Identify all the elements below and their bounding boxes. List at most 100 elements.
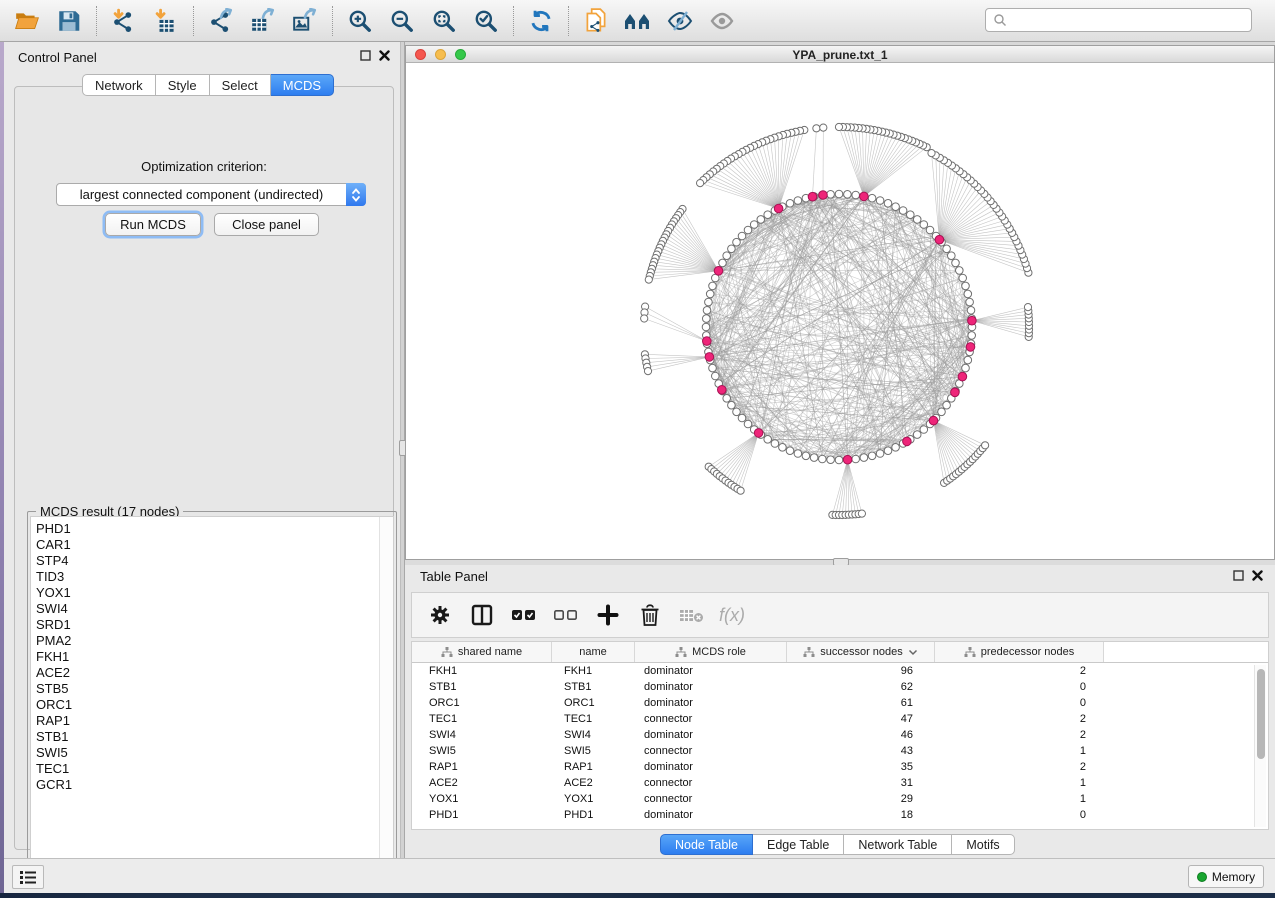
mcds-result-item[interactable]: SRD1 bbox=[31, 617, 378, 633]
table-cell: SWI5 bbox=[552, 743, 635, 759]
list-icon bbox=[19, 869, 37, 885]
network-graph bbox=[406, 63, 1274, 559]
select-all-button[interactable] bbox=[510, 600, 538, 630]
zoom-in-button[interactable] bbox=[339, 3, 381, 39]
tab-network[interactable]: Network bbox=[82, 74, 156, 96]
table-row[interactable]: TEC1TEC1connector472 bbox=[412, 711, 1268, 727]
table-cell: STB1 bbox=[412, 679, 552, 695]
mcds-hub-node bbox=[714, 267, 723, 276]
table-row[interactable]: SWI5SWI5connector431 bbox=[412, 743, 1268, 759]
tab-style[interactable]: Style bbox=[156, 74, 210, 96]
table-cell: 96 bbox=[787, 663, 935, 679]
trash-button[interactable] bbox=[636, 600, 664, 630]
clone-network-button[interactable] bbox=[575, 3, 617, 39]
folder-open-button[interactable] bbox=[6, 3, 48, 39]
mcds-hub-node bbox=[705, 353, 714, 362]
table-scrollbar[interactable] bbox=[1254, 665, 1266, 827]
binoculars-button[interactable] bbox=[617, 3, 659, 39]
mcds-result-item[interactable]: FKH1 bbox=[31, 649, 378, 665]
table-row[interactable]: ORC1ORC1dominator610 bbox=[412, 695, 1268, 711]
export-image-button[interactable] bbox=[284, 3, 326, 39]
mcds-hub-node bbox=[774, 204, 783, 213]
column-header-MCDS-role[interactable]: MCDS role bbox=[635, 642, 787, 662]
column-header-successor-nodes[interactable]: successor nodes bbox=[787, 642, 935, 662]
tab-motifs[interactable]: Motifs bbox=[952, 834, 1014, 855]
mcds-result-item[interactable]: ACE2 bbox=[31, 665, 378, 681]
memory-button[interactable]: Memory bbox=[1188, 865, 1264, 888]
mcds-result-item[interactable]: ORC1 bbox=[31, 697, 378, 713]
gear-button[interactable] bbox=[426, 600, 454, 630]
optimization-criterion-select[interactable]: largest connected component (undirected) bbox=[56, 183, 366, 206]
mcds-tab-content: Optimization criterion: largest connecte… bbox=[14, 86, 394, 850]
table-row[interactable]: ACE2ACE2connector311 bbox=[412, 775, 1268, 791]
mcds-hub-node bbox=[754, 429, 763, 438]
refresh-button[interactable] bbox=[520, 3, 562, 39]
table-cell: SWI4 bbox=[552, 727, 635, 743]
control-panel-tabs: NetworkStyleSelectMCDS bbox=[82, 74, 334, 96]
tab-edge-table[interactable]: Edge Table bbox=[753, 834, 844, 855]
mcds-result-item[interactable]: CAR1 bbox=[31, 537, 378, 553]
eye-button[interactable] bbox=[701, 3, 743, 39]
mcds-hub-node bbox=[951, 388, 960, 397]
add-button[interactable] bbox=[594, 600, 622, 630]
table-row[interactable]: SWI4SWI4dominator462 bbox=[412, 727, 1268, 743]
mcds-result-item[interactable]: STB5 bbox=[31, 681, 378, 697]
mcds-result-item[interactable]: SWI5 bbox=[31, 745, 378, 761]
float-panel-icon[interactable] bbox=[360, 50, 371, 61]
mcds-hub-node bbox=[843, 455, 852, 464]
network-canvas[interactable] bbox=[406, 63, 1274, 559]
tab-select[interactable]: Select bbox=[210, 74, 271, 96]
mcds-result-item[interactable]: PHD1 bbox=[31, 521, 378, 537]
tab-mcds[interactable]: MCDS bbox=[271, 74, 334, 96]
mcds-result-item[interactable]: TEC1 bbox=[31, 761, 378, 777]
close-panel-button[interactable]: Close panel bbox=[214, 213, 319, 236]
zoom-fit-button[interactable] bbox=[423, 3, 465, 39]
export-table-button[interactable] bbox=[242, 3, 284, 39]
table-row[interactable]: RAP1RAP1dominator352 bbox=[412, 759, 1268, 775]
float-panel-icon[interactable] bbox=[1233, 570, 1244, 581]
table-cell: 2 bbox=[935, 711, 1104, 727]
deselect-all-button[interactable] bbox=[552, 600, 580, 630]
mcds-result-item[interactable]: YOX1 bbox=[31, 585, 378, 601]
mcds-result-item[interactable]: TID3 bbox=[31, 569, 378, 585]
function-button: f(x) bbox=[720, 600, 748, 630]
import-table-button[interactable] bbox=[145, 3, 187, 39]
column-tree-icon bbox=[441, 647, 453, 658]
table-cell: 0 bbox=[935, 807, 1104, 823]
close-panel-icon[interactable] bbox=[1252, 570, 1263, 581]
tab-node-table[interactable]: Node Table bbox=[660, 834, 753, 855]
mcds-result-list[interactable]: PHD1CAR1STP4TID3YOX1SWI4SRD1PMA2FKH1ACE2… bbox=[30, 516, 394, 876]
column-header-predecessor-nodes[interactable]: predecessor nodes bbox=[935, 642, 1104, 662]
column-header-name[interactable]: name bbox=[552, 642, 635, 662]
import-network-button[interactable] bbox=[103, 3, 145, 39]
mcds-result-item[interactable]: RAP1 bbox=[31, 713, 378, 729]
table-row[interactable]: STB1STB1dominator620 bbox=[412, 679, 1268, 695]
export-network-button[interactable] bbox=[200, 3, 242, 39]
mcds-result-item[interactable]: SWI4 bbox=[31, 601, 378, 617]
table-cell: FKH1 bbox=[552, 663, 635, 679]
close-panel-icon[interactable] bbox=[379, 50, 390, 61]
search-input[interactable] bbox=[985, 8, 1252, 32]
tab-network-table[interactable]: Network Table bbox=[844, 834, 952, 855]
zoom-selected-button[interactable] bbox=[465, 3, 507, 39]
mcds-result-item[interactable]: STP4 bbox=[31, 553, 378, 569]
mcds-result-item[interactable]: PMA2 bbox=[31, 633, 378, 649]
table-row[interactable]: YOX1YOX1connector291 bbox=[412, 791, 1268, 807]
zoom-out-button[interactable] bbox=[381, 3, 423, 39]
mcds-hub-node bbox=[903, 437, 912, 446]
network-window-titlebar[interactable]: YPA_prune.txt_1 bbox=[406, 46, 1274, 63]
mcds-result-item[interactable]: STB1 bbox=[31, 729, 378, 745]
mcds-result-item[interactable]: GCR1 bbox=[31, 777, 378, 793]
table-row[interactable]: FKH1FKH1dominator962 bbox=[412, 663, 1268, 679]
folder-open-icon bbox=[13, 8, 41, 34]
column-header-shared-name[interactable]: shared name bbox=[412, 642, 552, 662]
columns-button[interactable] bbox=[468, 600, 496, 630]
save-button[interactable] bbox=[48, 3, 90, 39]
task-history-button[interactable] bbox=[12, 865, 44, 889]
mcds-list-scrollbar[interactable] bbox=[379, 517, 393, 875]
run-mcds-button[interactable]: Run MCDS bbox=[105, 213, 201, 236]
table-scrollbar-thumb[interactable] bbox=[1257, 669, 1265, 759]
eye-slash-button[interactable] bbox=[659, 3, 701, 39]
table-row[interactable]: PHD1PHD1dominator180 bbox=[412, 807, 1268, 823]
table-cell: dominator bbox=[635, 663, 787, 679]
